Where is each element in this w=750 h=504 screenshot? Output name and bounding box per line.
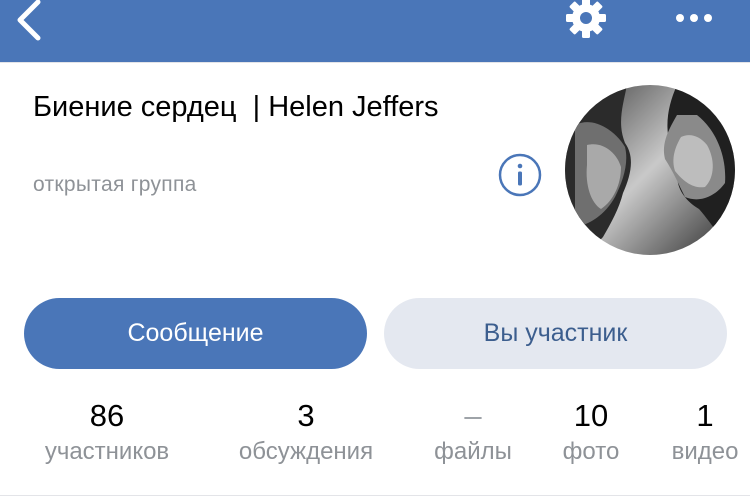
stat-videos[interactable]: 1 видео <box>664 396 746 468</box>
stat-files[interactable]: – файлы <box>424 396 522 468</box>
info-icon[interactable] <box>497 152 543 198</box>
stat-photos-label: фото <box>562 438 620 465</box>
member-status-label: Вы участник <box>483 319 628 347</box>
stat-files-count: – <box>464 398 482 433</box>
stat-videos-label: видео <box>671 438 739 465</box>
stat-photos-count: 10 <box>573 398 609 433</box>
top-navigation-bar <box>0 0 750 62</box>
group-type-label: открытая группа <box>33 173 197 196</box>
gear-icon[interactable] <box>562 0 610 40</box>
stat-files-label: файлы <box>434 438 512 465</box>
member-status-button[interactable]: Вы участник <box>384 298 727 369</box>
avatar[interactable] <box>565 85 735 255</box>
stat-discussions-count: 3 <box>297 398 315 433</box>
header-divider <box>0 62 750 63</box>
stats-divider <box>0 495 750 496</box>
avatar-image <box>565 85 735 255</box>
stat-members[interactable]: 86 участников <box>28 396 186 468</box>
more-icon[interactable] <box>670 4 718 36</box>
stat-members-label: участников <box>44 438 170 465</box>
stat-discussions[interactable]: 3 обсуждения <box>222 396 390 468</box>
group-title: Биение сердец | Helen Jeffers <box>33 91 439 123</box>
stat-photos[interactable]: 10 фото <box>555 396 627 468</box>
stat-members-count: 86 <box>89 398 125 433</box>
send-message-button[interactable]: Сообщение <box>24 298 367 369</box>
stat-discussions-label: обсуждения <box>238 438 374 465</box>
send-message-label: Сообщение <box>127 319 264 347</box>
back-icon[interactable] <box>12 0 48 44</box>
stat-videos-count: 1 <box>696 398 714 433</box>
